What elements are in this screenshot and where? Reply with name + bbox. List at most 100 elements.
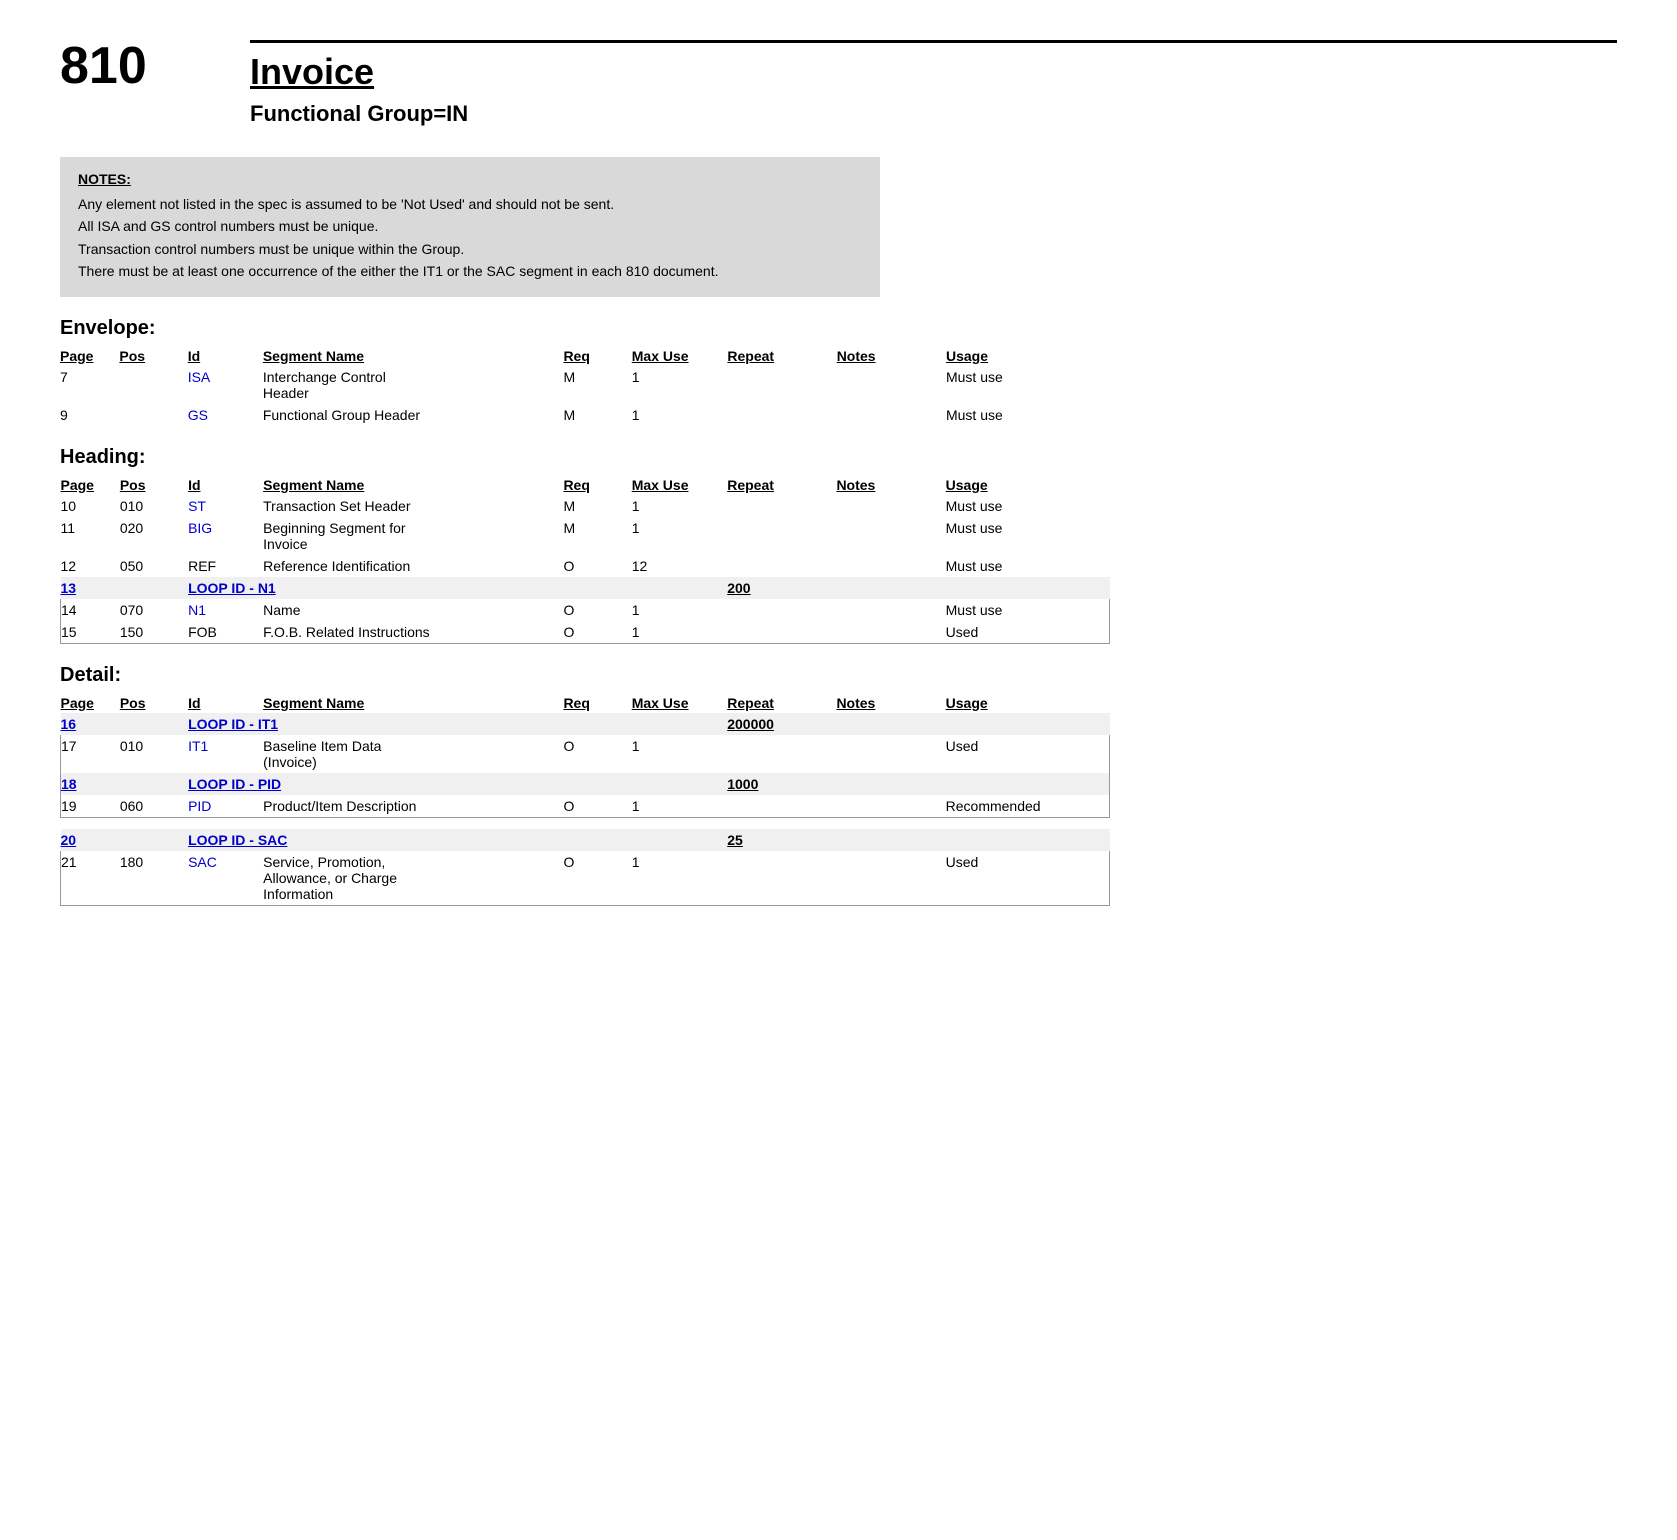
id-cell[interactable]: SAC [188,851,263,906]
detail-col-id: Id [188,693,263,713]
maxuse-cell: 1 [632,599,728,621]
loop-id-cell[interactable]: LOOP ID - PID [188,773,727,795]
req-cell: M [563,495,631,517]
heading-col-page: Page [61,475,120,495]
repeat-cell [727,851,836,906]
pos-cell [120,713,188,735]
detail-col-segment: Segment Name [263,693,563,713]
heading-col-usage: Usage [946,475,1110,495]
maxuse-cell: 1 [632,621,728,644]
segment-link[interactable]: SAC [188,854,217,870]
functional-group-label: Functional Group= [250,101,446,126]
id-cell[interactable]: BIG [188,517,263,555]
req-cell: O [563,851,631,906]
page-cell: 9 [60,404,119,426]
segment-cell: Name [263,599,563,621]
id-cell[interactable]: ISA [188,366,263,404]
envelope-col-maxuse: Max Use [632,346,728,366]
pos-cell: 010 [120,735,188,773]
heading-col-maxuse: Max Use [632,475,728,495]
page-cell: 20 [61,829,120,851]
usage-cell: Must use [946,366,1110,404]
functional-group: Functional Group=IN [250,101,1617,127]
heading-col-id: Id [188,475,263,495]
id-cell[interactable]: N1 [188,599,263,621]
loop-row: 20 LOOP ID - SAC 25 [61,829,1110,851]
maxuse-cell: 1 [632,735,728,773]
page-cell: 7 [60,366,119,404]
repeat-cell: 1000 [727,773,836,795]
loop-id-cell[interactable]: LOOP ID - N1 [188,577,727,599]
repeat-cell [727,495,836,517]
segment-link[interactable]: BIG [188,520,212,536]
id-cell[interactable]: PID [188,795,263,818]
page-cell: 11 [61,517,120,555]
notes-title: NOTES: [78,171,862,187]
notes-cell [836,851,945,906]
heading-col-segment: Segment Name [263,475,563,495]
segment-cell: Baseline Item Data(Invoice) [263,735,563,773]
table-row: 7 ISA Interchange ControlHeader M 1 Must… [60,366,1110,404]
repeat-cell [727,599,836,621]
envelope-col-pos: Pos [119,346,187,366]
maxuse-cell: 1 [632,795,728,818]
detail-col-page: Page [61,693,120,713]
notes-cell [836,735,945,773]
loop-id-cell[interactable]: LOOP ID - SAC [188,829,727,851]
envelope-col-segment: Segment Name [263,346,564,366]
page-cell: 17 [61,735,120,773]
usage-cell: Must use [946,517,1110,555]
req-cell: O [563,735,631,773]
usage-cell: Must use [946,555,1110,577]
loop-id-cell[interactable]: LOOP ID - IT1 [188,713,727,735]
id-cell[interactable]: IT1 [188,735,263,773]
usage-cell: Must use [946,599,1110,621]
notes-line-2: All ISA and GS control numbers must be u… [78,215,862,237]
usage-cell [946,577,1110,599]
table-row: 11 020 BIG Beginning Segment forInvoice … [61,517,1110,555]
heading-col-notes: Notes [836,475,945,495]
notes-line-4: There must be at least one occurrence of… [78,260,862,282]
id-cell: FOB [188,621,263,644]
segment-link[interactable]: N1 [188,602,206,618]
document-number: 810 [60,40,190,92]
segment-cell: Functional Group Header [263,404,564,426]
segment-link[interactable]: PID [188,798,211,814]
maxuse-cell: 1 [632,495,728,517]
pos-cell: 150 [120,621,188,644]
envelope-table: Page Pos Id Segment Name Req Max Use Rep… [60,346,1110,426]
notes-cell [836,555,945,577]
page-cell: 19 [61,795,120,818]
notes-cell [836,773,945,795]
table-row: 10 010 ST Transaction Set Header M 1 Mus… [61,495,1110,517]
id-cell[interactable]: GS [188,404,263,426]
maxuse-cell: 12 [632,555,728,577]
notes-cell [836,621,945,644]
usage-cell [946,713,1110,735]
pos-cell [119,366,187,404]
segment-cell: Transaction Set Header [263,495,563,517]
segment-cell: Service, Promotion,Allowance, or ChargeI… [263,851,563,906]
id-cell[interactable]: ST [188,495,263,517]
loop-row: 13 LOOP ID - N1 200 [61,577,1110,599]
usage-cell [946,773,1110,795]
page-cell: 18 [61,773,120,795]
notes-cell [836,795,945,818]
notes-cell [836,577,945,599]
detail-col-notes: Notes [836,693,945,713]
segment-link[interactable]: ISA [188,369,211,385]
loop-row: 18 LOOP ID - PID 1000 [61,773,1110,795]
maxuse-cell: 1 [632,366,728,404]
envelope-section-title: Envelope: [60,317,1617,340]
segment-link[interactable]: GS [188,407,208,423]
envelope-col-repeat: Repeat [727,346,836,366]
segment-link[interactable]: ST [188,498,206,514]
segment-cell: F.O.B. Related Instructions [263,621,563,644]
detail-col-repeat: Repeat [727,693,836,713]
page-cell: 12 [61,555,120,577]
page-cell: 15 [61,621,120,644]
table-row: 15 150 FOB F.O.B. Related Instructions O… [61,621,1110,644]
notes-line-3: Transaction control numbers must be uniq… [78,238,862,260]
maxuse-cell: 1 [632,517,728,555]
segment-link[interactable]: IT1 [188,738,208,754]
